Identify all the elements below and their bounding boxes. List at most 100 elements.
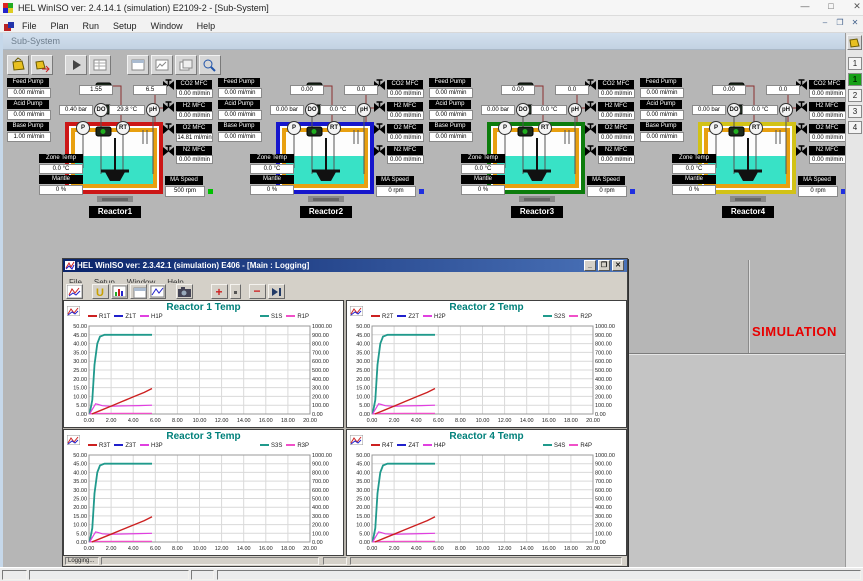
temperature-value[interactable]: 29.8 °C (109, 105, 145, 115)
ph-gauge[interactable]: pH (146, 103, 160, 117)
mfc-valve-icon[interactable] (795, 100, 808, 113)
menu-window[interactable]: Window (144, 19, 190, 33)
temperature-value[interactable]: 0.0 °C (742, 105, 778, 115)
log-add-button[interactable]: + (211, 284, 228, 299)
pump-value[interactable]: 0.00 ml/min (218, 110, 262, 120)
ma-speed-value[interactable]: 0 rpm (798, 186, 838, 197)
pump-valve-icon[interactable] (517, 124, 534, 135)
mfc-valve-icon[interactable] (795, 122, 808, 135)
mfc-value[interactable]: 0.00 ml/min (176, 155, 213, 164)
temperature-value[interactable]: 0.0 °C (320, 105, 356, 115)
logging-restore-button[interactable]: ❐ (598, 260, 610, 271)
mfc-value[interactable]: 0.00 ml/min (387, 111, 424, 120)
subsystem-page-button-4[interactable]: 4 (848, 121, 862, 134)
subsystem-page-button-1[interactable]: 1 (848, 57, 862, 70)
mfc-value[interactable]: 0.00 ml/min (809, 111, 846, 120)
pump-value[interactable]: 0.00 ml/min (7, 88, 51, 98)
log-remove-button[interactable]: − (249, 284, 266, 299)
mfc-value[interactable]: 0.00 ml/min (176, 89, 213, 98)
mfc-valve-icon[interactable] (795, 144, 808, 157)
pressure-value[interactable]: 0.00 bar (481, 105, 515, 115)
mantle-value[interactable]: 0 % (39, 185, 83, 195)
ph-setpoint-value[interactable]: 0.0 (555, 85, 589, 95)
log-dot-button[interactable] (230, 284, 241, 299)
do-setpoint-value[interactable]: 0.00 (290, 85, 324, 95)
ph-setpoint-value[interactable]: 6.5 (133, 85, 167, 95)
pressure-gauge[interactable]: P (287, 121, 301, 135)
do-gauge[interactable]: DO (727, 103, 741, 117)
rt-gauge[interactable]: RT (116, 121, 130, 135)
zone-temp-value[interactable]: 0.0 °C (461, 164, 505, 174)
pump-valve-icon[interactable] (728, 124, 745, 135)
ph-gauge[interactable]: pH (779, 103, 793, 117)
subsystem-page-button-3[interactable]: 3 (848, 105, 862, 118)
ma-speed-value[interactable]: 0 rpm (587, 186, 627, 197)
zone-temp-value[interactable]: 0.0 °C (672, 164, 716, 174)
pressure-gauge[interactable]: P (498, 121, 512, 135)
pump-value[interactable]: 0.00 ml/min (640, 88, 684, 98)
pump-value[interactable]: 0.00 ml/min (218, 132, 262, 142)
mfc-value[interactable]: 0.00 ml/min (598, 111, 635, 120)
mfc-value[interactable]: 0.00 ml/min (809, 155, 846, 164)
mfc-valve-icon[interactable] (584, 144, 597, 157)
mfc-value[interactable]: 0.00 ml/min (809, 133, 846, 142)
mfc-value[interactable]: 14.81 ml/min (176, 133, 213, 142)
mfc-valve-icon[interactable] (373, 144, 386, 157)
mfc-value[interactable]: 0.00 ml/min (598, 155, 635, 164)
menu-file[interactable]: File (15, 19, 44, 33)
rt-gauge[interactable]: RT (749, 121, 763, 135)
pressure-gauge[interactable]: P (709, 121, 723, 135)
maximize-button[interactable]: □ (821, 1, 841, 14)
do-setpoint-value[interactable]: 0.00 (501, 85, 535, 95)
mfc-valve-icon[interactable] (162, 122, 175, 135)
temperature-value[interactable]: 0.0 °C (531, 105, 567, 115)
menu-help[interactable]: Help (190, 19, 223, 33)
rt-gauge[interactable]: RT (538, 121, 552, 135)
logging-close-button[interactable]: ✕ (612, 260, 624, 271)
pressure-gauge[interactable]: P (76, 121, 90, 135)
page-strip-tool-button[interactable] (847, 35, 862, 50)
ph-setpoint-value[interactable]: 0.0 (344, 85, 378, 95)
child-restore-button[interactable]: ❐ (833, 18, 847, 30)
pump-value[interactable]: 0.00 ml/min (429, 88, 473, 98)
ph-gauge[interactable]: pH (568, 103, 582, 117)
logging-minimize-button[interactable]: _ (584, 260, 596, 271)
log-snapshot-button[interactable] (176, 284, 193, 299)
pressure-value[interactable]: 0.00 bar (270, 105, 304, 115)
minimize-button[interactable]: — (795, 1, 815, 14)
log-end-button[interactable] (268, 284, 285, 299)
zone-temp-value[interactable]: 0.0 °C (39, 164, 83, 174)
child-close-button[interactable]: ✕ (848, 18, 862, 30)
child-minimize-button[interactable]: – (818, 18, 832, 30)
pump-value[interactable]: 1.00 ml/min (7, 132, 51, 142)
mfc-value[interactable]: 0.00 ml/min (176, 111, 213, 120)
menu-setup[interactable]: Setup (106, 19, 144, 33)
subsystem-page-button-1-active[interactable]: 1 (848, 73, 862, 86)
subsystem-page-button-2[interactable]: 2 (848, 89, 862, 102)
rt-gauge[interactable]: RT (327, 121, 341, 135)
pump-value[interactable]: 0.00 ml/min (429, 110, 473, 120)
do-gauge[interactable]: DO (305, 103, 319, 117)
log-pane-button[interactable] (130, 284, 147, 299)
pump-value[interactable]: 0.00 ml/min (640, 110, 684, 120)
menu-plan[interactable]: Plan (44, 19, 76, 33)
mfc-valve-icon[interactable] (584, 122, 597, 135)
log-view-button[interactable] (149, 284, 166, 299)
ph-setpoint-value[interactable]: 0.0 (766, 85, 800, 95)
pump-value[interactable]: 0.00 ml/min (218, 88, 262, 98)
log-chart-button[interactable] (66, 284, 83, 299)
mantle-value[interactable]: 0 % (461, 185, 505, 195)
pump-value[interactable]: 0.00 ml/min (429, 132, 473, 142)
mfc-value[interactable]: 0.00 ml/min (387, 133, 424, 142)
mfc-value[interactable]: 0.00 ml/min (387, 89, 424, 98)
pump-valve-icon[interactable] (95, 124, 112, 135)
pump-valve-icon[interactable] (306, 124, 323, 135)
pump-value[interactable]: 0.00 ml/min (640, 132, 684, 142)
mfc-valve-icon[interactable] (162, 144, 175, 157)
ph-gauge[interactable]: pH (357, 103, 371, 117)
pump-value[interactable]: 0.00 ml/min (7, 110, 51, 120)
mantle-value[interactable]: 0 % (250, 185, 294, 195)
menu-run[interactable]: Run (76, 19, 107, 33)
mfc-valve-icon[interactable] (373, 122, 386, 135)
do-setpoint-value[interactable]: 1.55 (79, 85, 113, 95)
